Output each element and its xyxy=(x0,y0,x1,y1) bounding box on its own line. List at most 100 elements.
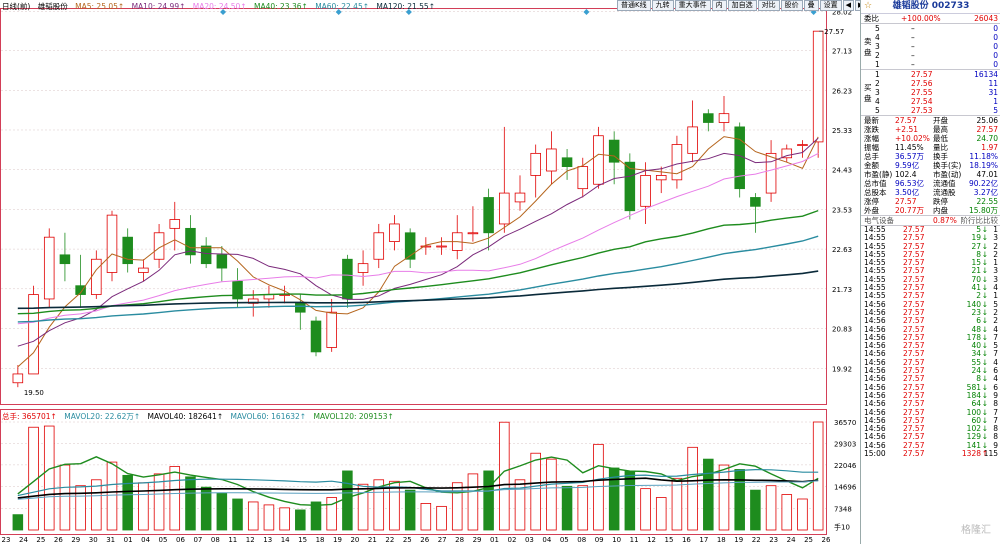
date-axis-tick: 04 xyxy=(542,536,551,544)
quote-v2: 11.18% xyxy=(969,152,998,161)
volume-bar xyxy=(106,461,118,531)
quote-row: 市盈(静) 102.4 市盈(动) 47.01 xyxy=(861,170,1000,179)
sell-level: 4 xyxy=(875,33,880,42)
quote-l2: 最高 xyxy=(933,125,948,134)
ma120-label: MA120: 21.55↑ xyxy=(376,2,435,11)
volume-bar xyxy=(483,470,494,531)
quote-v1: 36.57万 xyxy=(895,152,924,161)
sell-row[interactable]: 5 – 0 xyxy=(861,24,1000,33)
candle xyxy=(483,197,494,234)
sell-row[interactable]: 2 – 0 xyxy=(861,51,1000,60)
candle xyxy=(342,258,353,300)
quote-v2: 15.80万 xyxy=(969,206,998,215)
quote-v2: 90.22亿 xyxy=(969,179,998,188)
candle xyxy=(43,236,55,300)
candle xyxy=(357,263,369,273)
quote-l1: 涨跌 xyxy=(864,125,879,134)
date-axis-tick: 01 xyxy=(490,536,499,544)
date-axis-tick: 25 xyxy=(804,536,813,544)
toolbar-button-0[interactable]: 普通K线 xyxy=(617,0,651,11)
volume-bar xyxy=(687,446,698,531)
toolbar-button-6[interactable]: 股价 xyxy=(780,0,803,11)
volume-bar xyxy=(467,473,479,531)
toolbar-button-3[interactable]: 内 xyxy=(711,0,727,11)
volume-bar xyxy=(404,489,416,531)
date-axis-tick: 19 xyxy=(734,536,743,544)
candle xyxy=(514,192,526,203)
weibi-value: +100.00% xyxy=(901,14,941,23)
sell-row[interactable]: 1 – 0 xyxy=(861,60,1000,69)
ma40-line xyxy=(17,209,819,315)
ma5-line xyxy=(17,136,819,368)
quote-l2: 跌停 xyxy=(933,197,948,206)
buy-row[interactable]: 4 27.54 1 xyxy=(861,97,1000,106)
sector-label[interactable]: 电气设备 xyxy=(864,216,894,225)
tick-p: 27.57 xyxy=(903,449,925,459)
favorite-star-icon[interactable]: ☆ xyxy=(864,0,872,13)
date-axis-tick: 13 xyxy=(263,536,272,544)
date-axis-tick: 28 xyxy=(455,536,464,544)
quote-l1: 涨幅 xyxy=(864,134,879,143)
buy-row[interactable]: 1 27.57 16134 xyxy=(861,70,1000,79)
toolbar-button-1[interactable]: 九转 xyxy=(651,0,674,11)
date-axis-tick: 03 xyxy=(525,536,534,544)
toolbar-button-9[interactable]: ◀ xyxy=(842,0,854,11)
ma60-label: MA60: 22.45↑ xyxy=(315,2,369,11)
sell-price: – xyxy=(911,51,915,60)
buy-row[interactable]: 3 27.55 31 xyxy=(861,88,1000,97)
period-label[interactable]: 日线(前) xyxy=(2,2,30,11)
sector-compare-link[interactable]: 阶行比比较 xyxy=(961,216,999,225)
vol-label: 总手: 365701↑ xyxy=(2,412,57,421)
quote-v2: 18.19% xyxy=(969,161,998,170)
date-axis-tick: 18 xyxy=(717,536,726,544)
quote-row: 涨幅 +10.02% 最低 24.70 xyxy=(861,134,1000,143)
buy-row[interactable]: 5 27.53 5 xyxy=(861,106,1000,115)
price-axis-tick: 23.53 xyxy=(832,206,852,214)
volume-bar xyxy=(91,479,102,531)
date-axis-tick: 30 xyxy=(89,536,98,544)
kline-chart[interactable]: 28.0227.1326.2325.3324.4323.5322.6321.73… xyxy=(0,0,860,544)
weibi-label: 委比 xyxy=(864,14,879,23)
volume-bar xyxy=(577,485,589,531)
quote-row: 总手 36.57万 换手 11.18% xyxy=(861,152,1000,161)
ma40-label: MA40: 23.36↑ xyxy=(253,2,308,11)
quote-row: 最新 27.57 开盘 25.06 xyxy=(861,116,1000,125)
candle xyxy=(718,113,730,123)
candle xyxy=(734,126,745,190)
sell-level: 1 xyxy=(875,60,880,69)
buy-row[interactable]: 2 27.56 11 xyxy=(861,79,1000,88)
quote-stats: 最新 27.57 开盘 25.06 涨跌 +2.51 最高 27.57 涨幅 +10.02% 最低 2… xyxy=(861,116,1000,215)
tick-list[interactable]: 14:55 27.57 5 1 ↓ 14:55 27.57 19 3 ↓ 14:55 27.57 27 2… xyxy=(861,225,1000,459)
sell-row[interactable]: 3 – 0 xyxy=(861,42,1000,51)
date-axis-tick: 11 xyxy=(630,536,639,544)
candle xyxy=(106,214,118,273)
quote-v1: 96.53亿 xyxy=(895,179,924,188)
kline-chart-area[interactable]: 28.02 27.13 26.23 25.33 24.43 23.53 22.63 21.73… xyxy=(0,0,867,544)
date-axis-tick: 08 xyxy=(211,536,220,544)
volume-bar xyxy=(232,498,243,531)
quote-v2: 27.57 xyxy=(976,125,998,134)
sell-row[interactable]: 4 – 0 xyxy=(861,33,1000,42)
quote-l2: 流通值 xyxy=(933,179,956,188)
quote-panel: ☆ 雄韬股份 002733 委比 +100.00% 26043 卖盘 5–0 4–… xyxy=(860,0,1000,544)
volume-bar xyxy=(185,476,196,531)
buy-volume: 11 xyxy=(988,79,998,88)
buy-price: 27.53 xyxy=(911,106,933,115)
toolbar-button-8[interactable]: 设置 xyxy=(819,0,842,11)
volume-bar xyxy=(310,501,322,531)
date-axis-tick: 15 xyxy=(298,536,307,544)
buy-book: 买盘 1 27.57 16134 2 27.56 11 3 27.55 31 4 27.54 1 5 27… xyxy=(861,70,1000,115)
toolbar-button-7[interactable]: 叠 xyxy=(803,0,819,11)
toolbar-button-2[interactable]: 重大事件 xyxy=(674,0,711,11)
sector-row: 电气设备 0.87% 阶行比比较 xyxy=(861,216,1000,225)
price-axis-tick: 27.13 xyxy=(832,48,852,56)
sell-price: – xyxy=(911,42,915,51)
date-axis-tick: 25 xyxy=(403,536,412,544)
candle xyxy=(812,30,824,143)
volume-bar xyxy=(59,464,71,531)
quote-v2: 47.01 xyxy=(976,170,998,179)
toolbar-button-5[interactable]: 对比 xyxy=(757,0,780,11)
quote-l2: 开盘 xyxy=(933,116,948,125)
toolbar-button-4[interactable]: 加自选 xyxy=(727,0,757,11)
date-axis-tick: 29 xyxy=(71,536,80,544)
